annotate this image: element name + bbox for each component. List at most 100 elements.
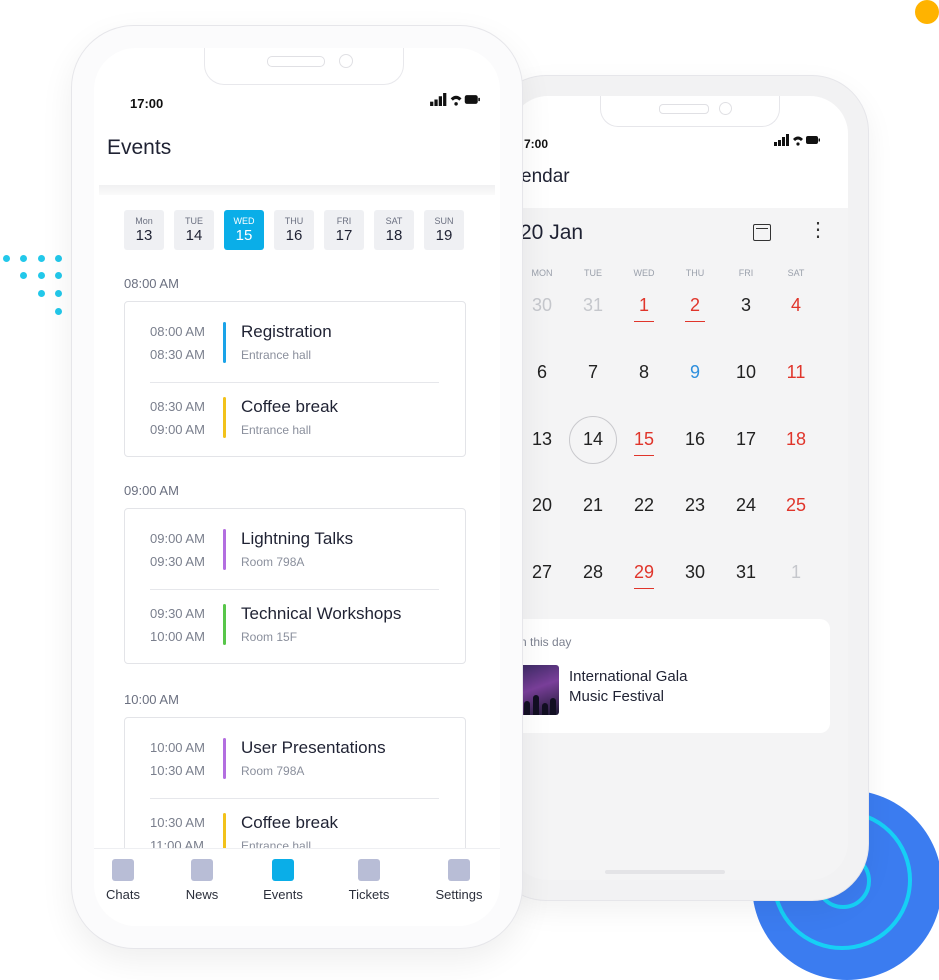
calendar-day[interactable]: 2 <box>675 295 715 322</box>
event-color-bar <box>223 397 226 438</box>
calendar-day[interactable]: 31 <box>726 562 766 583</box>
date-chip-14[interactable]: TUE 14 <box>174 210 214 250</box>
phone-notch <box>600 96 780 127</box>
event-name: User Presentations <box>241 738 386 757</box>
tab-tickets[interactable]: Tickets <box>334 859 404 902</box>
calendar-day[interactable]: 29 <box>624 562 664 589</box>
on-this-day-card[interactable]: n this day International Gala Music Fest… <box>510 619 830 733</box>
more-options-icon[interactable]: ⋮ <box>808 220 828 240</box>
calendar-screen: 7:00 endar 20 Jan ⋮ MON TUE WED THU FRI SAT 3… <box>510 96 848 880</box>
calendar-day[interactable]: 22 <box>624 495 664 516</box>
event-item[interactable]: 09:00 AM 09:30 AM Lightning Talks Room 798A <box>125 529 465 593</box>
time-heading: 09:00 AM <box>124 483 179 498</box>
on-this-day-label: n this day <box>520 635 572 649</box>
calendar-day[interactable]: 27 <box>522 562 562 583</box>
phone-notch <box>204 48 404 85</box>
tab-settings[interactable]: Settings <box>424 859 494 902</box>
event-color-bar <box>223 529 226 570</box>
event-name: Registration <box>241 322 332 341</box>
event-name: Technical Workshops <box>241 604 402 623</box>
event-color-bar <box>223 322 226 363</box>
event-end-time: 09:00 AM <box>150 422 205 437</box>
calendar-day[interactable]: 18 <box>776 429 816 450</box>
calendar-day[interactable]: 25 <box>776 495 816 516</box>
date-chip-18[interactable]: SAT 18 <box>374 210 414 250</box>
weekday-label: THU <box>685 268 705 278</box>
event-name: Lightning Talks <box>241 529 354 548</box>
calendar-phone: 7:00 endar 20 Jan ⋮ MON TUE WED THU FRI SAT 3… <box>490 76 868 900</box>
calendar-day[interactable]: 13 <box>522 429 562 450</box>
weekday-label: WED <box>633 268 655 278</box>
calendar-day[interactable]: 1 <box>624 295 664 322</box>
date-number: 13 <box>135 227 153 244</box>
date-chip-16[interactable]: THU 16 <box>274 210 314 250</box>
event-item[interactable]: 08:30 AM 09:00 AM Coffee break Entrance hal… <box>125 397 465 461</box>
event-thumbnail <box>520 665 559 715</box>
calendar-day[interactable]: 9 <box>675 362 715 383</box>
featured-event-title: International Gala Music Festival <box>569 668 688 705</box>
calendar-day[interactable]: 20 <box>522 495 562 516</box>
date-chip-19[interactable]: SUN 19 <box>424 210 464 250</box>
date-chip-17[interactable]: FRI 17 <box>324 210 364 250</box>
tab-news[interactable]: News <box>167 859 237 902</box>
calendar-day[interactable]: 15 <box>624 429 664 456</box>
event-end-time: 10:00 AM <box>150 629 205 644</box>
calendar-day[interactable]: 31 <box>573 295 613 316</box>
date-number: 14 <box>185 227 203 244</box>
event-end-time: 08:30 AM <box>150 347 205 362</box>
divider <box>150 589 439 590</box>
date-weekday: SUN <box>434 216 454 226</box>
calendar-day[interactable]: 23 <box>675 495 715 516</box>
date-number: 16 <box>285 227 303 244</box>
calendar-day[interactable]: 21 <box>573 495 613 516</box>
event-group-card: 09:00 AM 09:30 AM Lightning Talks Room 798A… <box>124 508 466 664</box>
events-phone: 17:00 Events Mon 13 TUE 14 WED 15 THU 16 FRI 17 SA… <box>72 26 522 948</box>
weekday-label: TUE <box>584 268 602 278</box>
calendar-day[interactable]: 11 <box>776 362 816 383</box>
calendar-day[interactable]: 6 <box>522 362 562 383</box>
date-weekday: THU <box>284 216 304 226</box>
divider <box>150 798 439 799</box>
decorative-dot-pattern <box>0 250 70 320</box>
date-number: 18 <box>385 227 403 244</box>
event-end-time: 09:30 AM <box>150 554 205 569</box>
date-chip-15[interactable]: WED 15 <box>224 210 264 250</box>
calendar-day[interactable]: 1 <box>776 562 816 583</box>
home-indicator <box>605 870 725 874</box>
event-start-time: 09:00 AM <box>150 531 205 546</box>
calendar-day[interactable]: 30 <box>522 295 562 316</box>
event-room: Entrance hall <box>241 348 312 362</box>
event-item[interactable]: 08:00 AM 08:30 AM Registration Entrance hal… <box>125 322 465 386</box>
signal-wifi-battery-icon <box>430 93 480 106</box>
date-chip-13[interactable]: Mon 13 <box>124 210 164 250</box>
decorative-yellow-dot <box>915 0 939 24</box>
weekday-label: MON <box>531 268 553 278</box>
page-title: endar <box>521 166 570 187</box>
calendar-day[interactable]: 16 <box>675 429 715 450</box>
calendar-day[interactable]: 17 <box>726 429 766 450</box>
event-start-time: 08:30 AM <box>150 399 205 414</box>
calendar-day[interactable]: 4 <box>776 295 816 316</box>
date-weekday: Mon <box>135 216 153 226</box>
calendar-day[interactable]: 7 <box>573 362 613 383</box>
calendar-icon[interactable] <box>753 224 771 241</box>
event-item[interactable]: 10:00 AM 10:30 AM User Presentations Room 7… <box>125 738 465 802</box>
calendar-day[interactable]: 14 <box>573 429 613 450</box>
event-color-bar <box>223 738 226 779</box>
tab-chats[interactable]: Chats <box>94 859 158 902</box>
calendar-day[interactable]: 10 <box>726 362 766 383</box>
calendar-icon <box>272 859 294 881</box>
date-weekday: SAT <box>385 216 403 226</box>
tab-label: Settings <box>435 887 483 902</box>
calendar-day[interactable]: 28 <box>573 562 613 583</box>
calendar-day[interactable]: 8 <box>624 362 664 383</box>
tab-events[interactable]: Events <box>248 859 318 902</box>
weekday-label: SAT <box>787 268 805 278</box>
event-item[interactable]: 09:30 AM 10:00 AM Technical Workshops Room … <box>125 604 465 668</box>
weekday-label: FRI <box>738 268 754 278</box>
date-weekday: FRI <box>336 216 352 226</box>
calendar-day[interactable]: 30 <box>675 562 715 583</box>
event-start-time: 08:00 AM <box>150 324 205 339</box>
calendar-day[interactable]: 24 <box>726 495 766 516</box>
calendar-day[interactable]: 3 <box>726 295 766 316</box>
